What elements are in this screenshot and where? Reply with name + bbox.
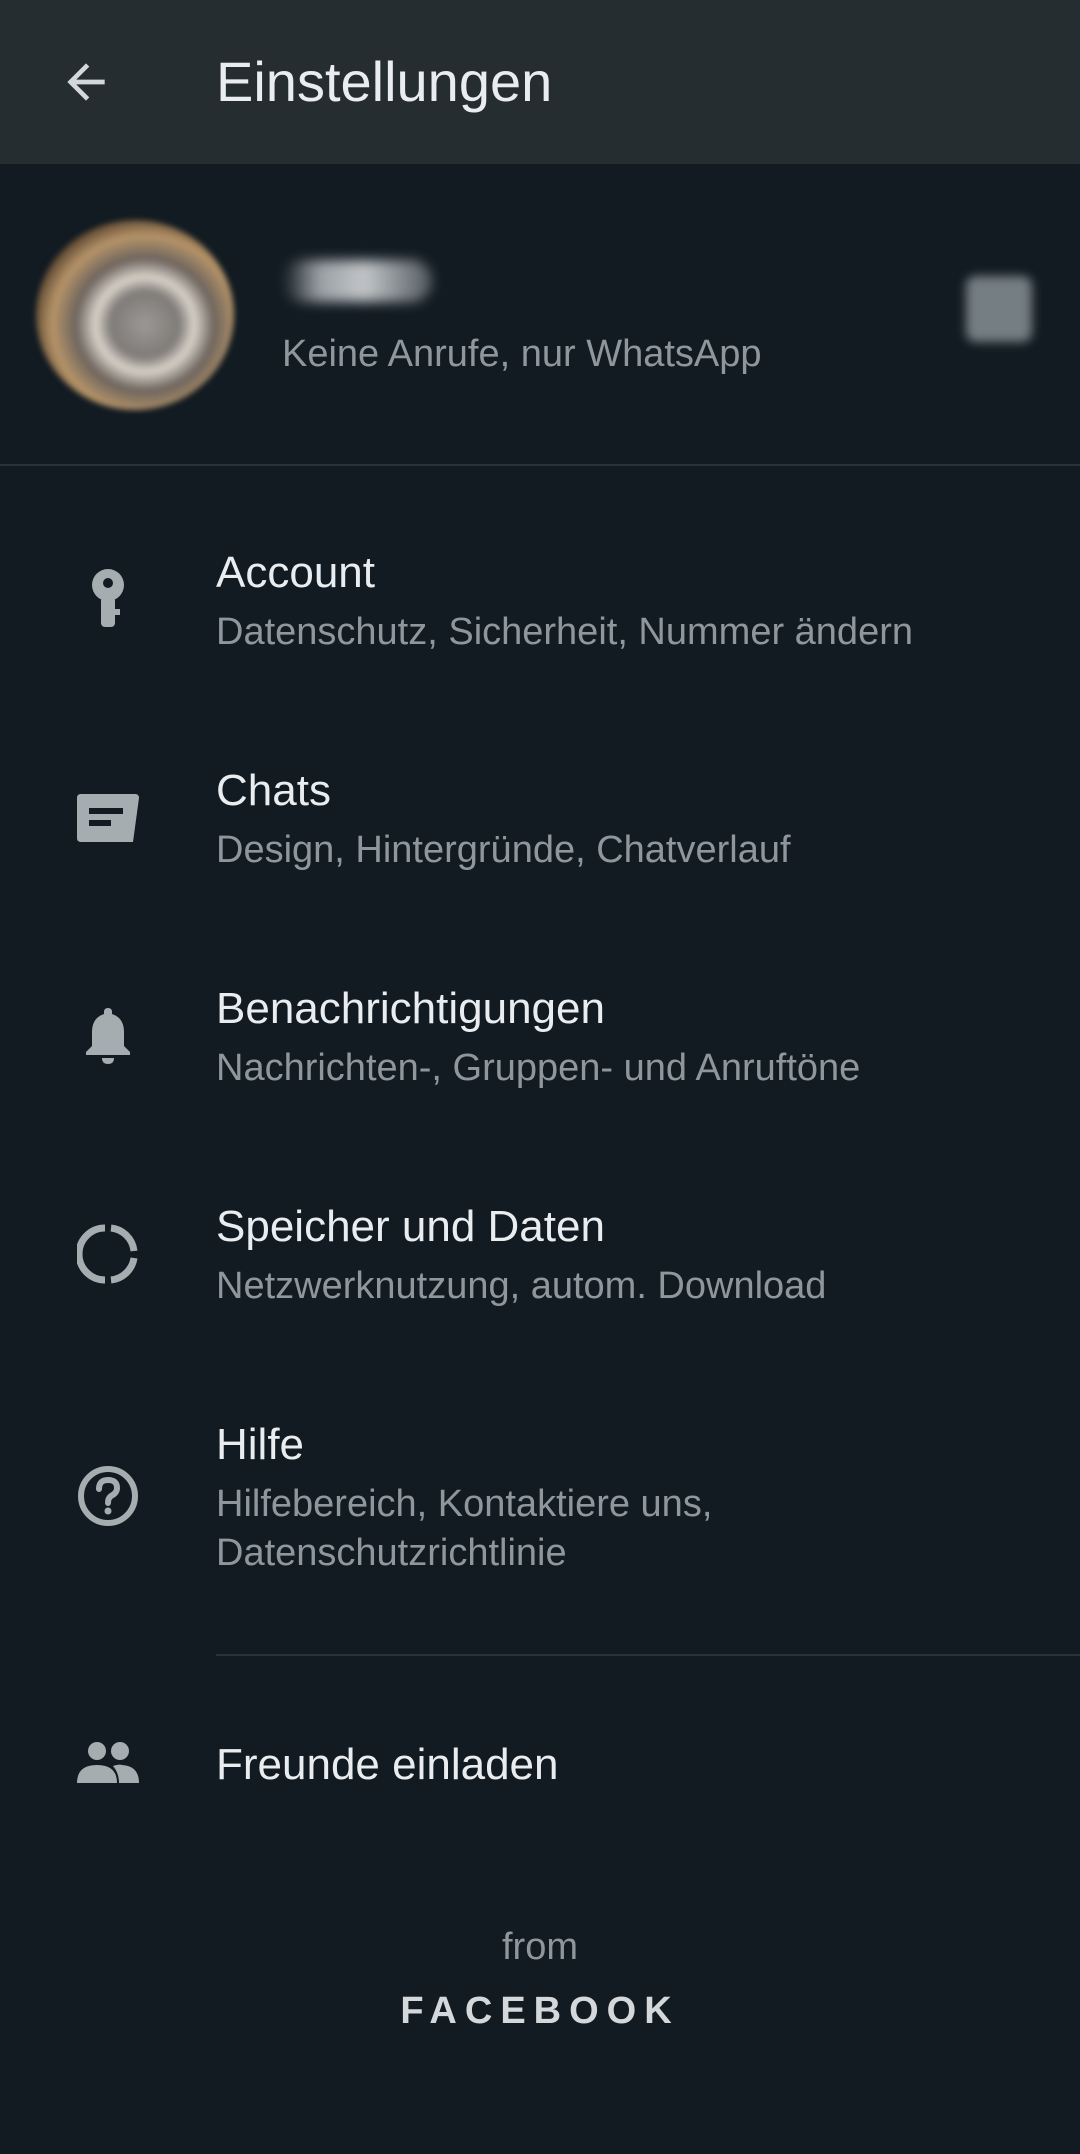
menu-item-title: Speicher und Daten (216, 1202, 605, 1251)
app-bar: Einstellungen (0, 0, 1080, 164)
arrow-left-icon (67, 63, 105, 101)
menu-item-help[interactable]: Hilfe Hilfebereich, Kontaktiere uns, Dat… (0, 1392, 1080, 1602)
menu-item-invite-friends[interactable]: Freunde einladen (0, 1690, 1080, 1840)
avatar[interactable] (36, 220, 234, 410)
menu-item-subtitle-line2: Datenschutzrichtlinie (216, 1532, 567, 1574)
menu-item-title: Chats (216, 766, 331, 815)
menu-item-subtitle: Netzwerknutzung, autom. Download (216, 1265, 827, 1307)
footer-from: from (502, 1926, 578, 1968)
menu-item-title: Freunde einladen (216, 1740, 559, 1789)
divider (0, 464, 1080, 466)
menu-item-title: Account (216, 548, 375, 597)
chat-icon (68, 778, 148, 858)
key-icon (68, 560, 148, 640)
profile-status: Keine Anrufe, nur WhatsApp (282, 333, 762, 375)
menu-item-subtitle: Design, Hintergründe, Chatverlauf (216, 829, 791, 871)
menu-item-notifications[interactable]: Benachrichtigungen Nachrichten-, Gruppen… (0, 956, 1080, 1116)
menu-item-storage[interactable]: Speicher und Daten Netzwerknutzung, auto… (0, 1174, 1080, 1334)
people-icon (68, 1724, 148, 1804)
profile-name-redacted (282, 260, 432, 302)
profile-section[interactable]: Keine Anrufe, nur WhatsApp (0, 164, 1080, 464)
menu-item-subtitle: Datenschutz, Sicherheit, Nummer ändern (216, 611, 913, 653)
divider (216, 1654, 1080, 1656)
footer-brand: FACEBOOK (400, 1990, 680, 2032)
menu-item-account[interactable]: Account Datenschutz, Sicherheit, Nummer … (0, 520, 1080, 680)
menu-item-subtitle: Nachrichten-, Gruppen- und Anruftöne (216, 1047, 861, 1089)
page-title: Einstellungen (216, 50, 553, 113)
bell-icon (68, 996, 148, 1076)
storage-ring-icon (68, 1214, 148, 1294)
menu-item-title: Benachrichtigungen (216, 984, 605, 1033)
menu-item-chats[interactable]: Chats Design, Hintergründe, Chatverlauf (0, 738, 1080, 898)
menu-item-title: Hilfe (216, 1420, 305, 1469)
menu-item-subtitle: Hilfebereich, Kontaktiere uns, (216, 1483, 713, 1525)
qr-code-button[interactable] (966, 276, 1032, 342)
back-button[interactable] (44, 40, 128, 124)
help-circle-icon (68, 1456, 148, 1536)
